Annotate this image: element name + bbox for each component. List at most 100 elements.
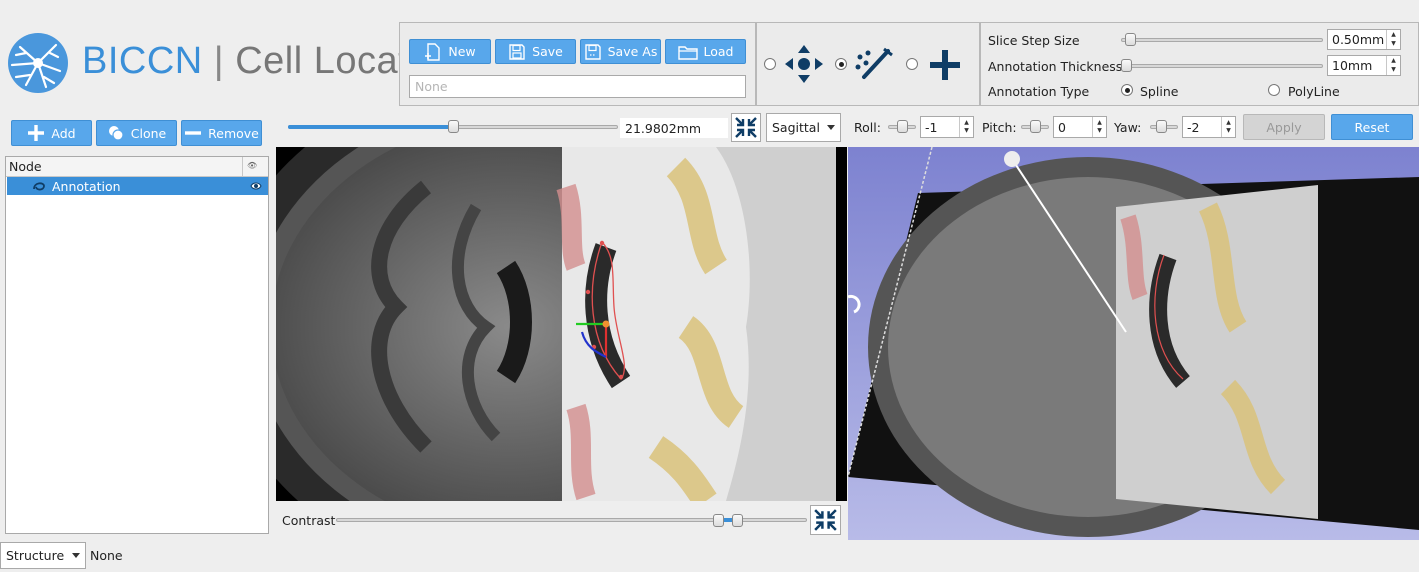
spline-type-label: Spline [1140,84,1179,99]
add-point-mode-radio[interactable] [906,58,918,70]
node-label: Annotation [52,179,121,194]
spin-arrows-icon[interactable]: ▲ ▼ [959,117,973,137]
node-tree-header[interactable]: Node 👁 [6,157,268,177]
brand-separator: | [213,40,225,82]
annotation-file-field[interactable]: None [409,75,746,98]
pitch-value: 0 [1058,119,1066,135]
new-button[interactable]: New [409,39,491,64]
file-panel: New Save Save As Load None [399,22,756,106]
remove-node-button[interactable]: Remove [181,120,262,146]
chevron-down-icon [827,125,835,130]
spin-arrows-icon[interactable]: ▲ ▼ [1386,30,1400,49]
floppy-disk-icon [509,43,525,60]
annotation-node-icon [33,182,45,191]
slice-offset-value: 21.9802mm [625,120,702,136]
clone-node-button[interactable]: Clone [96,120,177,146]
fit-to-window-button[interactable] [731,113,761,142]
plus-icon [28,125,45,141]
clone-icon [108,126,124,141]
annotation-thickness-label: Annotation Thickness [988,59,1123,74]
structure-label: Structure [6,548,65,563]
yaw-spinbox[interactable]: -2 ▲ ▼ [1182,116,1236,138]
add-label: Add [51,125,76,141]
3d-view-image [848,147,1419,540]
load-label: Load [703,44,734,59]
floppy-disk-icon [584,43,601,60]
slice-step-slider-track[interactable] [1121,38,1323,42]
slice-step-slider-handle[interactable] [1124,33,1136,46]
yaw-label: Yaw: [1114,120,1142,135]
spin-arrows-icon[interactable]: ▲ ▼ [1092,117,1106,137]
new-file-icon [425,42,441,61]
roll-value: -1 [925,119,938,135]
spin-arrows-icon[interactable]: ▲ ▼ [1221,117,1235,137]
save-as-label: Save As [607,44,658,59]
roll-spinbox[interactable]: -1 ▲ ▼ [920,116,974,138]
contrast-fit-button[interactable] [810,505,841,535]
slice-step-value: 0.50mm [1332,32,1385,47]
thickness-slider-handle[interactable] [1121,59,1132,72]
pitch-spinbox[interactable]: 0 ▲ ▼ [1053,116,1107,138]
add-node-button[interactable]: Add [11,120,92,146]
thickness-spinbox[interactable]: 10mm ▲ ▼ [1327,55,1401,76]
contrast-high-handle[interactable] [731,514,743,527]
orientation-value: Sagittal [772,120,820,135]
slice-offset-slider-handle[interactable] [447,120,459,133]
save-label: Save [532,44,563,59]
draw-spline-icon[interactable] [854,45,894,83]
roll-slider-handle[interactable] [897,120,908,133]
visibility-column-icon: 👁 [247,161,258,170]
tool-mode-panel [756,22,980,106]
reset-label: Reset [1354,119,1390,135]
node-column-header: Node [9,159,42,174]
annotation-settings-panel: Slice Step Size 0.50mm ▲ ▼ Annotation Thi… [980,22,1419,106]
chevron-down-icon [72,553,80,558]
3d-view[interactable] [848,147,1419,540]
thickness-value: 10mm [1332,58,1373,73]
contrast-low-handle[interactable] [713,514,725,527]
polyline-type-label: PolyLine [1288,84,1340,99]
brand-name: BICCN [82,40,203,82]
new-label: New [448,44,476,59]
roll-label: Roll: [854,120,881,135]
yaw-value: -2 [1187,119,1200,135]
spin-arrows-icon[interactable]: ▲ ▼ [1386,56,1400,75]
slice-offset-field[interactable]: 21.9802mm [620,118,728,138]
structure-value: None [90,548,123,563]
pitch-slider-handle[interactable] [1030,120,1041,133]
node-row-annotation[interactable]: Annotation [7,177,268,195]
annotation-type-label: Annotation Type [988,84,1090,99]
pitch-label: Pitch: [982,120,1017,135]
eye-icon[interactable] [250,181,262,191]
folder-icon [677,45,698,60]
minus-icon [185,131,202,135]
apply-button[interactable]: Apply [1243,114,1325,140]
yaw-slider-handle[interactable] [1156,120,1167,133]
app-logo: BICCN | Cell Locator [6,31,444,97]
slice-view-2d[interactable] [276,147,847,501]
spline-type-radio[interactable] [1121,84,1133,96]
fit-to-window-icon [814,509,837,531]
pan-arrows-icon[interactable] [783,43,825,85]
reset-button[interactable]: Reset [1331,114,1413,140]
draw-mode-radio[interactable] [835,58,847,70]
save-as-button[interactable]: Save As [580,39,661,64]
clone-label: Clone [130,125,167,141]
navigate-mode-radio[interactable] [764,58,776,70]
save-button[interactable]: Save [495,39,576,64]
annotation-file-placeholder: None [415,79,448,94]
fit-to-window-icon [735,117,757,138]
orientation-select[interactable]: Sagittal [766,113,841,142]
load-button[interactable]: Load [665,39,746,64]
polyline-type-radio[interactable] [1268,84,1280,96]
contrast-label: Contrast [282,513,336,528]
slice-view-image [276,147,847,501]
neuron-icon [8,33,68,93]
plus-icon[interactable] [928,48,962,82]
structure-select[interactable]: Structure [0,542,86,569]
slice-step-label: Slice Step Size [988,33,1080,48]
slice-step-spinbox[interactable]: 0.50mm ▲ ▼ [1327,29,1401,50]
apply-label: Apply [1266,119,1302,135]
remove-label: Remove [208,125,259,141]
thickness-slider-track[interactable] [1121,64,1323,68]
